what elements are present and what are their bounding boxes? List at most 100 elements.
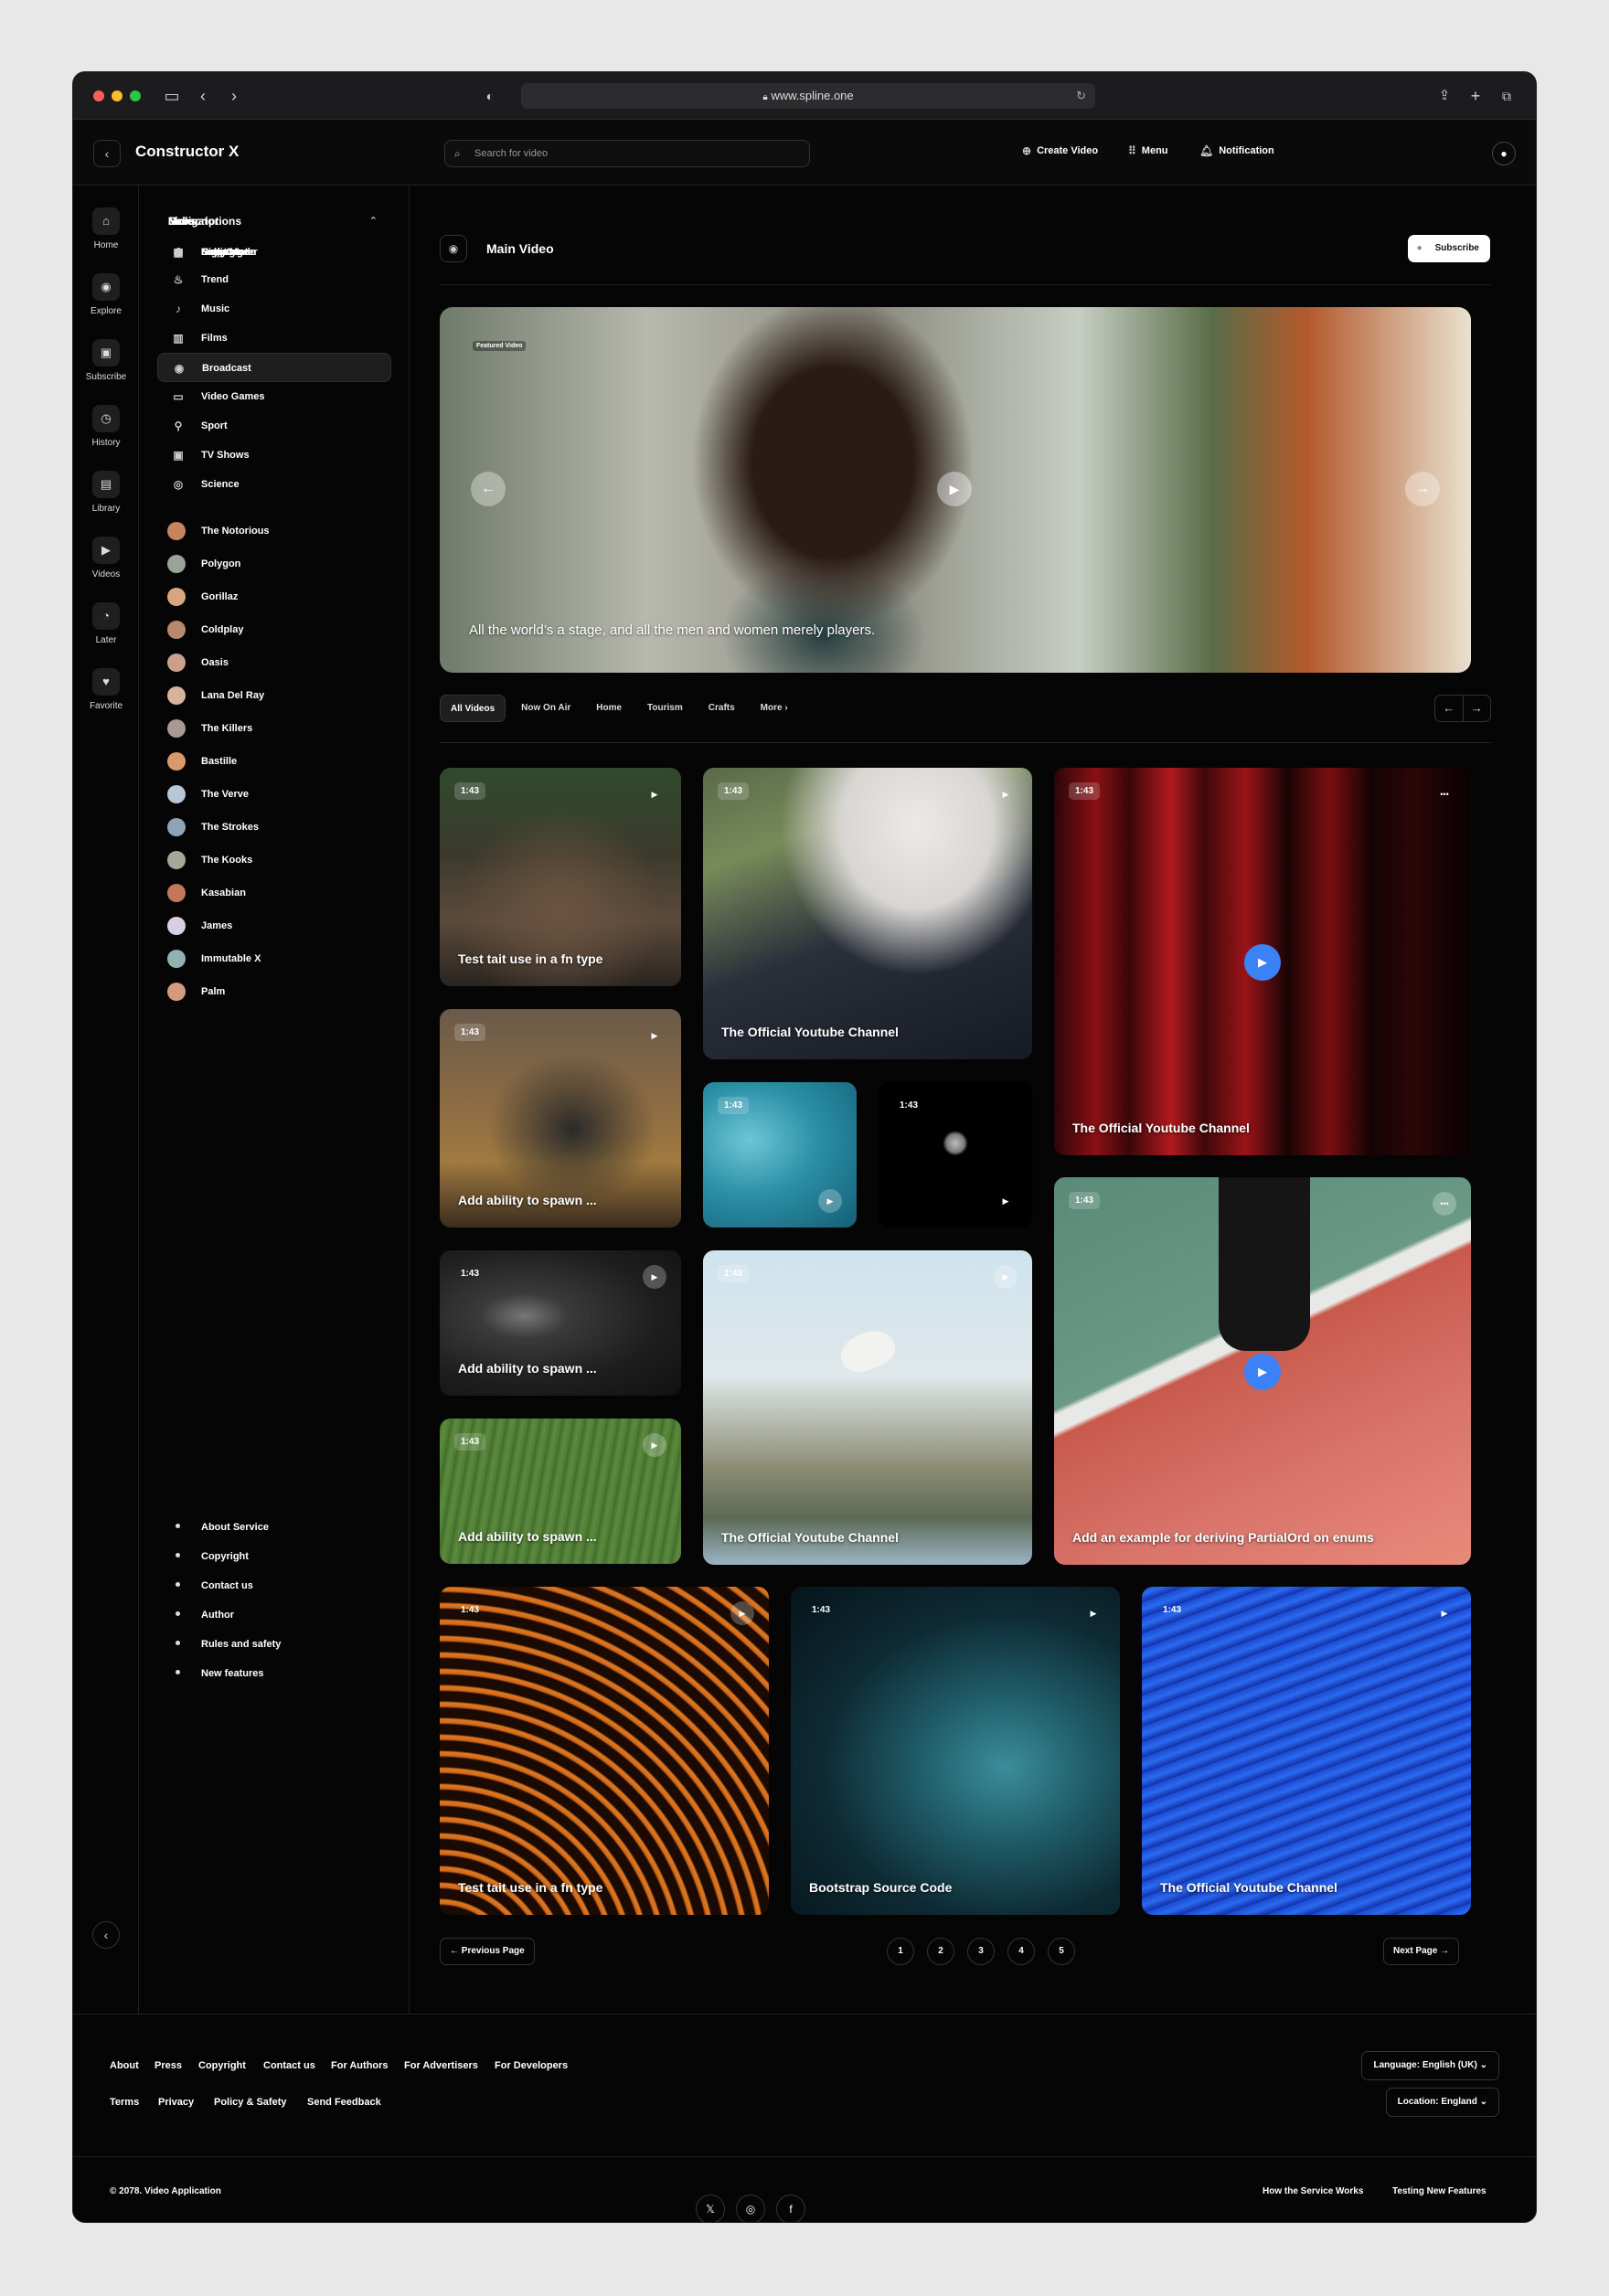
create-video-button[interactable]: ⊕ Create Video bbox=[1022, 144, 1098, 157]
nav-item-sport[interactable]: ⚲ Sport bbox=[157, 411, 391, 441]
more-dots-icon[interactable]: ••• bbox=[1433, 1192, 1456, 1216]
menu-button[interactable]: ⠿ Menu bbox=[1128, 144, 1168, 157]
rail-item-explore[interactable]: ◉ Explore bbox=[73, 273, 139, 316]
play-icon[interactable]: ▶ bbox=[994, 782, 1018, 806]
back-arrow-icon[interactable]: ‹ bbox=[192, 85, 214, 107]
play-icon[interactable]: ▶ bbox=[994, 1265, 1018, 1289]
link-item[interactable]: Copyright bbox=[157, 1540, 391, 1573]
link-item[interactable]: New features bbox=[157, 1657, 391, 1690]
tab-now-on-air[interactable]: Now On Air bbox=[511, 695, 581, 722]
rail-item-videos[interactable]: ▶ Videos bbox=[73, 537, 139, 579]
play-icon[interactable]: ▶ bbox=[818, 1189, 842, 1213]
shield-icon[interactable]: ◐ bbox=[479, 85, 501, 107]
page-number[interactable]: 2 bbox=[927, 1938, 954, 1965]
tab-home[interactable]: Home bbox=[586, 695, 632, 722]
play-button[interactable]: ▶ bbox=[1244, 944, 1281, 981]
subscribe-button[interactable]: ● Subscribe bbox=[1407, 235, 1490, 262]
video-card[interactable]: 1:43 ▶ Add ability to spawn ... bbox=[440, 1250, 681, 1396]
subscription-item[interactable]: James bbox=[157, 909, 391, 942]
more-dots-icon[interactable]: ••• bbox=[1433, 782, 1456, 806]
subscription-item[interactable]: Polygon bbox=[157, 547, 391, 580]
zoom-window-button[interactable] bbox=[130, 90, 141, 101]
link-item[interactable]: Author bbox=[157, 1599, 391, 1632]
close-window-button[interactable] bbox=[93, 90, 104, 101]
link-item[interactable]: About Service bbox=[157, 1511, 391, 1544]
header-back-button[interactable]: ‹ bbox=[93, 140, 121, 167]
link-item[interactable]: Rules and safety bbox=[157, 1628, 391, 1661]
facebook-icon[interactable]: f bbox=[776, 2195, 805, 2222]
play-icon[interactable]: ▶ bbox=[994, 1189, 1018, 1213]
subscription-item[interactable]: The Notorious bbox=[157, 515, 391, 547]
share-icon[interactable]: ⇪ bbox=[1433, 85, 1455, 107]
play-icon[interactable]: ▶ bbox=[730, 1601, 754, 1625]
rail-item-history[interactable]: ◷ History bbox=[73, 405, 139, 448]
footer-link[interactable]: For Advertisers bbox=[404, 2060, 478, 2071]
rail-item-later[interactable]: ◔ Later bbox=[73, 602, 139, 645]
next-page-button[interactable]: Next Page → bbox=[1383, 1938, 1460, 1965]
play-icon[interactable]: ▶ bbox=[643, 1433, 666, 1457]
footer-link[interactable]: For Developers bbox=[495, 2060, 568, 2071]
play-icon[interactable]: ▶ bbox=[1082, 1601, 1105, 1625]
video-card[interactable]: 1:43 ▶ bbox=[879, 1082, 1032, 1228]
subscription-item[interactable]: The Killers bbox=[157, 712, 391, 745]
search-input[interactable]: ⌕ Search for video bbox=[444, 140, 810, 167]
nav-item-films[interactable]: ▥ Films bbox=[157, 324, 391, 353]
footer-link[interactable]: About bbox=[110, 2060, 139, 2071]
video-card[interactable]: 1:43 ••• ▶ The Official Youtube Channel bbox=[1054, 768, 1471, 1155]
link-item[interactable]: Contact us bbox=[157, 1569, 391, 1602]
language-select[interactable]: Language: English (UK) ⌄ bbox=[1361, 2051, 1499, 2080]
rail-item-favorite[interactable]: ♥ Favorite bbox=[73, 668, 139, 711]
new-tab-icon[interactable]: + bbox=[1465, 85, 1486, 107]
footer-link[interactable]: Copyright bbox=[198, 2060, 246, 2071]
footer-link-how-service-works[interactable]: How the Service Works bbox=[1263, 2186, 1363, 2196]
more-item-support[interactable]: ? Support bbox=[157, 238, 391, 267]
nav-item-video-games[interactable]: ▭ Video Games bbox=[157, 382, 391, 411]
instagram-icon[interactable]: ◎ bbox=[736, 2195, 765, 2222]
play-icon[interactable]: ▶ bbox=[643, 1024, 666, 1047]
video-card[interactable]: 1:43 ▶ The Official Youtube Channel bbox=[1142, 1587, 1471, 1915]
nav-item-tv-shows[interactable]: ▣ TV Shows bbox=[157, 441, 391, 470]
video-card[interactable]: 1:43 ▶ The Official Youtube Channel bbox=[703, 1250, 1032, 1565]
video-card[interactable]: 1:43 ▶ Add ability to spawn ... bbox=[440, 1009, 681, 1228]
play-icon[interactable]: ▶ bbox=[643, 1265, 666, 1289]
x-social-icon[interactable]: 𝕏 bbox=[696, 2195, 725, 2222]
video-card[interactable]: 1:43 ▶ Add ability to spawn ... bbox=[440, 1419, 681, 1564]
subscription-item[interactable]: Palm bbox=[157, 975, 391, 1008]
subscription-item[interactable]: The Kooks bbox=[157, 844, 391, 877]
minimize-window-button[interactable] bbox=[112, 90, 123, 101]
tabs-overview-icon[interactable]: ⧉ bbox=[1496, 85, 1518, 107]
sidebar-toggle-icon[interactable]: ▭ bbox=[161, 85, 183, 107]
subscription-item[interactable]: Gorillaz bbox=[157, 580, 391, 613]
subscription-item[interactable]: Immutable X bbox=[157, 942, 391, 975]
reload-icon[interactable]: ↻ bbox=[1076, 83, 1086, 109]
subscription-item[interactable]: Kasabian bbox=[157, 877, 391, 909]
rail-item-home[interactable]: ⌂ Home bbox=[73, 207, 139, 250]
nav-item-science[interactable]: ◎ Science bbox=[157, 470, 391, 499]
featured-video[interactable]: Featured Video ← ▶ → All the world’s a s… bbox=[440, 307, 1471, 673]
user-avatar-button[interactable]: ● bbox=[1492, 142, 1516, 165]
tab-all-videos[interactable]: All Videos bbox=[440, 695, 506, 722]
footer-link[interactable]: Contact us bbox=[263, 2060, 315, 2071]
video-card[interactable]: 1:43 ▶ The Official Youtube Channel bbox=[703, 768, 1032, 1059]
page-number[interactable]: 1 bbox=[887, 1938, 914, 1965]
location-select[interactable]: Location: England ⌄ bbox=[1385, 2088, 1499, 2117]
footer-link[interactable]: Policy & Safety bbox=[214, 2097, 286, 2108]
rail-item-subscribe[interactable]: ▣ Subscribe bbox=[73, 339, 139, 382]
collapse-rail-button[interactable]: ‹ bbox=[92, 1921, 120, 1949]
page-number[interactable]: 4 bbox=[1007, 1938, 1035, 1965]
video-card[interactable]: 1:43 ▶ Test tait use in a fn type bbox=[440, 768, 681, 986]
nav-item-broadcast[interactable]: ◉ Broadcast bbox=[157, 353, 391, 382]
forward-arrow-icon[interactable]: › bbox=[223, 85, 245, 107]
subscription-item[interactable]: Lana Del Ray bbox=[157, 679, 391, 712]
video-card[interactable]: 1:43 ••• ▶ Add an example for deriving P… bbox=[1054, 1177, 1471, 1565]
play-icon[interactable]: ▶ bbox=[1433, 1601, 1456, 1625]
footer-link[interactable]: Press bbox=[155, 2060, 182, 2071]
video-card[interactable]: 1:43 ▶ bbox=[703, 1082, 857, 1228]
page-number[interactable]: 3 bbox=[967, 1938, 995, 1965]
footer-link[interactable]: For Authors bbox=[331, 2060, 389, 2071]
page-number[interactable]: 5 bbox=[1048, 1938, 1075, 1965]
subscription-item[interactable]: The Verve bbox=[157, 778, 391, 811]
video-card[interactable]: 1:43 ▶ Bootstrap Source Code bbox=[791, 1587, 1120, 1915]
play-button[interactable]: ▶ bbox=[1244, 1354, 1281, 1390]
hero-next-button[interactable]: → bbox=[1405, 472, 1440, 506]
